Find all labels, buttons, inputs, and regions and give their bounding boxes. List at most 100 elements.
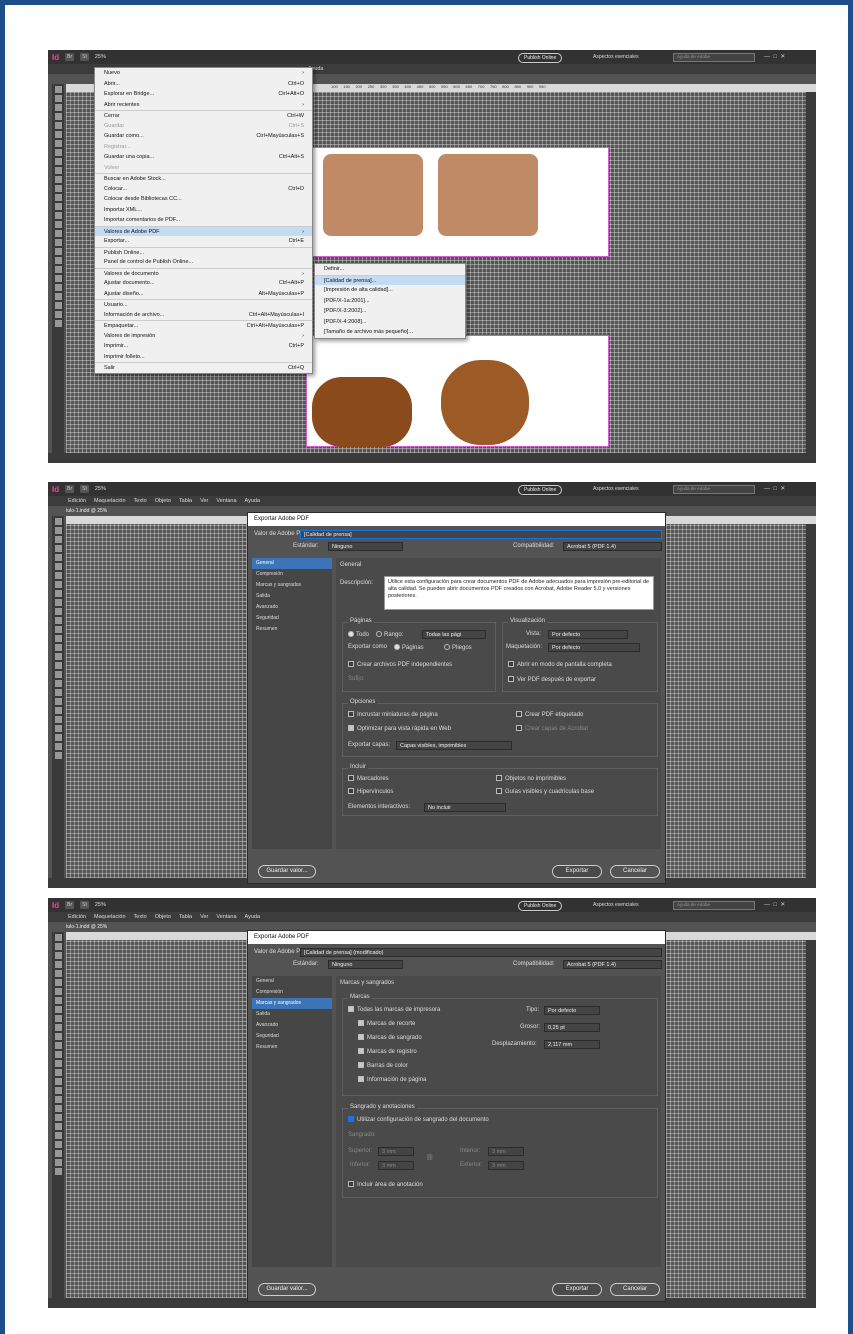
section-marcas[interactable]: Marcas y sangrados	[252, 580, 332, 591]
workspace-switcher[interactable]: Aspectos esenciales	[593, 902, 639, 908]
offset-input[interactable]: 2,117 mm	[544, 1040, 600, 1049]
color-bars-checkbox[interactable]: Barras de color	[358, 1062, 408, 1069]
view-after-checkbox[interactable]: Ver PDF después de exportar	[508, 676, 596, 683]
window-controls[interactable]: — □ ✕	[764, 901, 785, 908]
menu-texto[interactable]: Texto	[134, 914, 147, 920]
cancel-button[interactable]: Cancelar	[610, 1283, 660, 1296]
section-seguridad[interactable]: Seguridad	[252, 1031, 332, 1042]
section-general[interactable]: General	[252, 558, 332, 569]
section-salida[interactable]: Salida	[252, 1009, 332, 1020]
compat-select[interactable]: Acrobat 5 (PDF 1.4)	[563, 542, 662, 551]
file-menu-item[interactable]: Volver	[95, 163, 312, 174]
bridge-button[interactable]: Br	[65, 901, 75, 909]
bleed-top-input[interactable]: 3 mm	[378, 1147, 414, 1156]
file-menu-item[interactable]: Guardar como... Ctrl+Mayúsculas+S	[95, 131, 312, 142]
publish-online-button[interactable]: Publish Online	[518, 485, 563, 495]
file-menu-item[interactable]: Importar XML...	[95, 205, 312, 216]
acrobat-layers-checkbox[interactable]: Crear capas de Acrobat	[516, 725, 588, 732]
file-menu-item[interactable]: Ajustar documento... Ctrl+Alt+P	[95, 278, 312, 289]
thumbnails-checkbox[interactable]: Incrustar miniaturas de página	[348, 711, 438, 718]
save-preset-button[interactable]: Guardar valor...	[258, 1283, 316, 1296]
workspace-switcher[interactable]: Aspectos esenciales	[593, 54, 639, 60]
bookmarks-checkbox[interactable]: Marcadores	[348, 775, 389, 782]
use-doc-bleed-checkbox[interactable]: Utilizar configuración de sangrado del d…	[348, 1116, 489, 1123]
file-menu-item[interactable]: Guardar una copia... Ctrl+Alt+S	[95, 152, 312, 163]
hyperlinks-checkbox[interactable]: Hipervínculos	[348, 788, 393, 795]
menu-maquetacion[interactable]: Maquetación	[94, 498, 126, 504]
vertical-scrollbar[interactable]	[806, 524, 816, 878]
slug-checkbox[interactable]: Incluir área de anotación	[348, 1181, 423, 1188]
range-radio[interactable]: Rango:	[376, 631, 403, 638]
menu-ayuda[interactable]: Ayuda	[245, 914, 261, 920]
spreads-radio[interactable]: Pliegos	[444, 644, 472, 651]
menu-ayuda[interactable]: Ayuda	[245, 498, 261, 504]
pdf-submenu-item[interactable]: Definir...	[315, 264, 465, 275]
menu-ver[interactable]: Ver	[200, 498, 208, 504]
file-menu-item[interactable]: Abrir recientes ›	[95, 100, 312, 111]
stock-button[interactable]: St	[80, 53, 89, 61]
section-salida[interactable]: Salida	[252, 591, 332, 602]
menu-maquetacion[interactable]: Maquetación	[94, 914, 126, 920]
file-menu-item[interactable]: Exportar... Ctrl+E	[95, 236, 312, 247]
file-menu-item[interactable]: Publish Online...	[95, 246, 312, 258]
file-menu-item[interactable]: Valores de impresión ›	[95, 331, 312, 342]
pdf-submenu-item[interactable]: [Impresión de alta calidad]...	[315, 285, 465, 296]
bleed-bottom-input[interactable]: 3 mm	[378, 1161, 414, 1170]
cancel-button[interactable]: Cancelar	[610, 865, 660, 878]
view-select[interactable]: Por defecto	[548, 630, 628, 639]
vertical-scrollbar[interactable]	[806, 92, 816, 453]
document-tab[interactable]: tulo-1.indd @ 25%	[62, 922, 112, 932]
section-compresion[interactable]: Compresión	[252, 569, 332, 580]
file-menu-item[interactable]: Panel de control de Publish Online...	[95, 257, 312, 268]
menu-edicion[interactable]: Edición	[68, 498, 86, 504]
window-controls[interactable]: — □ ✕	[764, 485, 785, 492]
pdf-submenu-item[interactable]: [PDF/X-3:2002]...	[315, 306, 465, 317]
range-input[interactable]: Todas las pági	[422, 630, 486, 639]
help-search[interactable]: Ayuda de Adobe	[673, 53, 755, 62]
menu-objeto[interactable]: Objeto	[155, 498, 171, 504]
page-info-checkbox[interactable]: Información de página	[358, 1076, 426, 1083]
weight-select[interactable]: 0,25 pt	[544, 1023, 600, 1032]
export-button[interactable]: Exportar	[552, 865, 602, 878]
file-menu-item[interactable]: Empaquetar... Ctrl+Alt+Mayúsculas+P	[95, 320, 312, 331]
zoom-level[interactable]: 25%	[95, 486, 106, 492]
standard-select[interactable]: Ninguno	[328, 542, 403, 551]
file-menu-item[interactable]: Colocar desde Bibliotecas CC...	[95, 194, 312, 205]
crop-marks-checkbox[interactable]: Marcas de recorte	[358, 1020, 415, 1027]
save-preset-button[interactable]: Guardar valor...	[258, 865, 316, 878]
type-select[interactable]: Por defecto	[544, 1006, 600, 1015]
standard-select[interactable]: Ninguno	[328, 960, 403, 969]
file-menu-item[interactable]: Registrar...	[95, 142, 312, 153]
file-menu-item[interactable]: Explorar en Bridge... Ctrl+Alt+O	[95, 89, 312, 100]
document-tab[interactable]: tulo-1.indd @ 25%	[62, 506, 112, 516]
bridge-button[interactable]: Br	[65, 53, 75, 61]
tagged-pdf-checkbox[interactable]: Crear PDF etiquetado	[516, 711, 583, 718]
bleed-inside-input[interactable]: 3 mm	[488, 1147, 524, 1156]
guides-checkbox[interactable]: Guías visibles y cuadrículas base	[496, 788, 594, 795]
section-general[interactable]: General	[252, 976, 332, 987]
menu-tabla[interactable]: Tabla	[179, 498, 192, 504]
layout-select[interactable]: Por defecto	[548, 643, 640, 652]
preset-select[interactable]: [Calidad de prensa]	[300, 530, 662, 539]
pdf-submenu-item[interactable]: [Calidad de prensa]...	[315, 274, 465, 285]
description-text[interactable]: Utilice esta configuración para crear do…	[384, 576, 654, 610]
pdf-submenu-item[interactable]: [Tamaño de archivo más pequeño]...	[315, 327, 465, 338]
registration-marks-checkbox[interactable]: Marcas de registro	[358, 1048, 417, 1055]
section-avanzado[interactable]: Avanzado	[252, 1020, 332, 1031]
nonprinting-checkbox[interactable]: Objetos no imprimibles	[496, 775, 566, 782]
section-marcas[interactable]: Marcas y sangrados	[252, 998, 332, 1009]
preset-select[interactable]: [Calidad de prensa] (modificado)	[300, 948, 662, 957]
export-layers-select[interactable]: Capas visibles, imprimibles	[396, 741, 512, 750]
file-menu-item[interactable]: Guardar Ctrl+S	[95, 121, 312, 132]
menu-ventana[interactable]: Ventana	[216, 498, 236, 504]
help-search[interactable]: Ayuda de Adobe	[673, 901, 755, 910]
file-menu-item[interactable]: Colocar... Ctrl+D	[95, 184, 312, 195]
section-avanzado[interactable]: Avanzado	[252, 602, 332, 613]
section-compresion[interactable]: Compresión	[252, 987, 332, 998]
optimize-checkbox[interactable]: Optimizar para vista rápida en Web	[348, 725, 451, 732]
bleed-outside-input[interactable]: 3 mm	[488, 1161, 524, 1170]
menu-ventana[interactable]: Ventana	[216, 914, 236, 920]
section-resumen[interactable]: Resumen	[252, 624, 332, 635]
section-resumen[interactable]: Resumen	[252, 1042, 332, 1053]
menu-tabla[interactable]: Tabla	[179, 914, 192, 920]
